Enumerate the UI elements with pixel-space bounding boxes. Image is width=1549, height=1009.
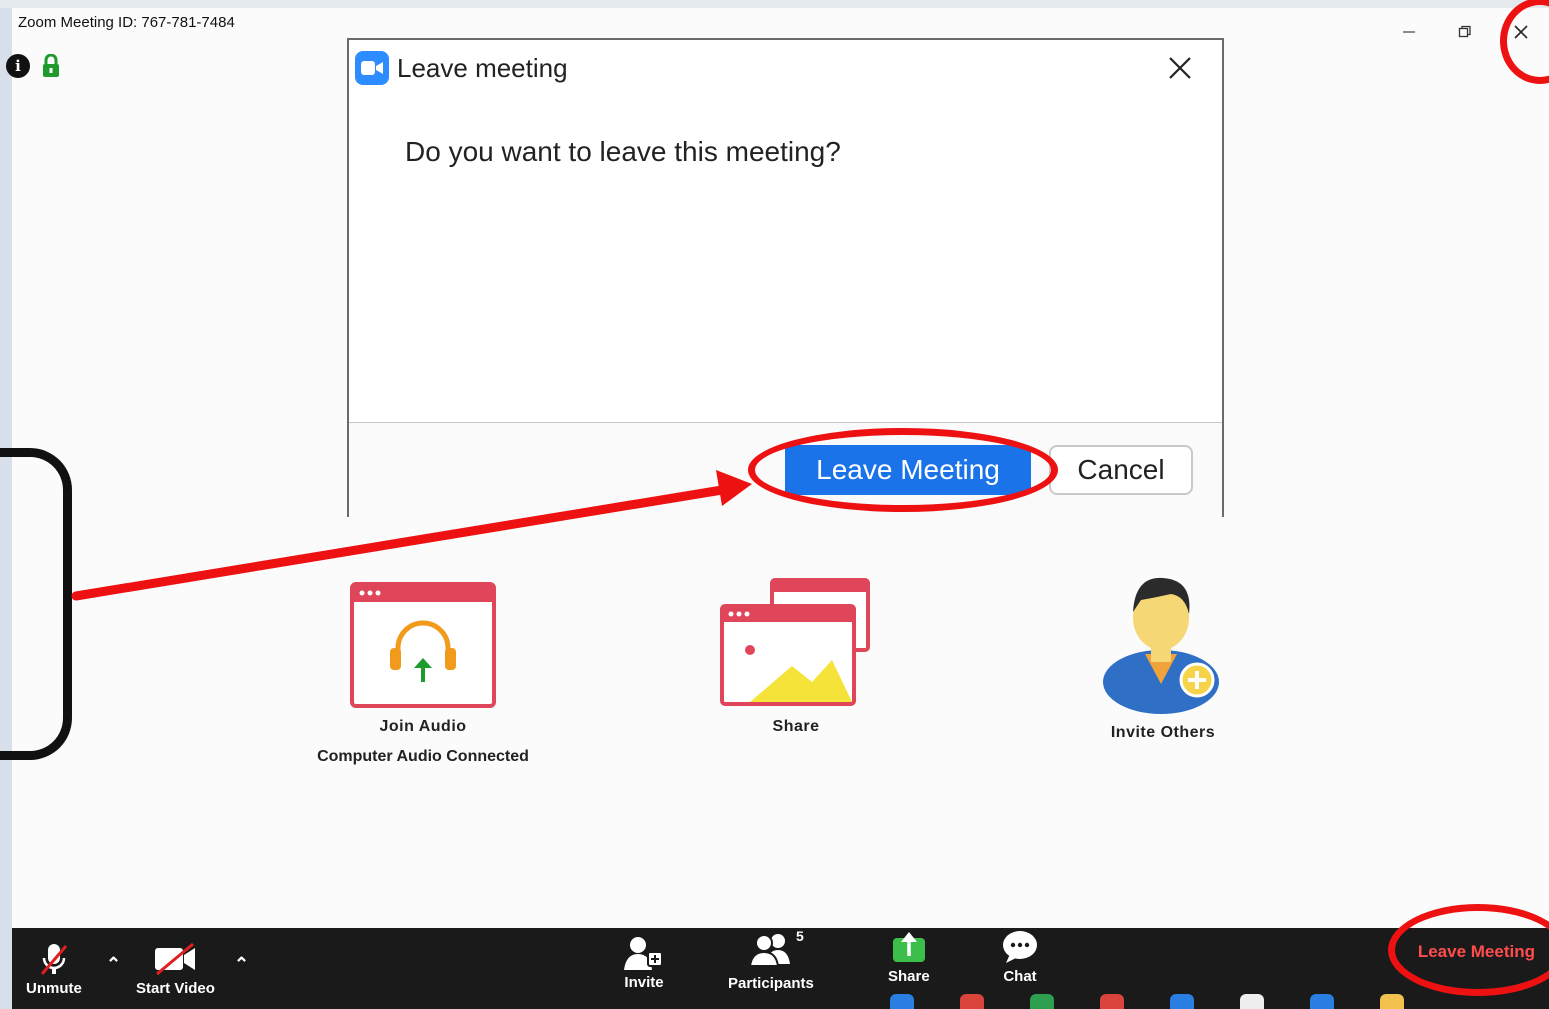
- invite-icon: [624, 937, 663, 970]
- meeting-status-icons: i: [6, 54, 60, 78]
- invite-others-option[interactable]: Invite Others: [1090, 572, 1236, 742]
- restore-button[interactable]: [1437, 8, 1493, 56]
- participants-button[interactable]: 5 Participants: [728, 928, 814, 992]
- annotation-bracket: [0, 448, 72, 760]
- window-title: Zoom Meeting ID: 767-781-7484: [18, 13, 235, 31]
- start-video-label: Start Video: [136, 980, 215, 997]
- window-titlebar: Zoom Meeting ID: 767-781-7484: [12, 8, 1549, 36]
- participants-label: Participants: [728, 975, 814, 992]
- minimize-button[interactable]: [1381, 8, 1437, 56]
- meeting-info-icon[interactable]: i: [6, 54, 30, 78]
- cancel-button[interactable]: Cancel: [1049, 445, 1193, 495]
- audio-status-label: Computer Audio Connected: [317, 748, 529, 765]
- chat-bubble-icon: [1003, 931, 1037, 963]
- participants-icon: [748, 934, 790, 967]
- join-audio-icon: [350, 582, 496, 708]
- taskbar-app-icon[interactable]: [1240, 994, 1264, 1009]
- photo-background-top: [0, 0, 1549, 8]
- lock-icon[interactable]: [42, 54, 60, 78]
- dialog-close-button[interactable]: [1162, 50, 1198, 86]
- taskbar-app-icon[interactable]: [1100, 994, 1124, 1009]
- zoom-logo-icon: [355, 51, 389, 85]
- share-label: Share: [772, 718, 820, 735]
- chat-button[interactable]: Chat: [1002, 930, 1038, 985]
- start-video-button[interactable]: Start Video: [136, 942, 215, 997]
- invite-label: Invite: [624, 974, 664, 991]
- unmute-button[interactable]: Unmute: [26, 942, 82, 997]
- invite-button[interactable]: Invite: [624, 936, 664, 991]
- chat-label: Chat: [1003, 968, 1037, 985]
- taskbar-app-icon[interactable]: [1310, 994, 1334, 1009]
- taskbar-app-icon[interactable]: [960, 994, 984, 1009]
- restore-icon: [1458, 25, 1471, 38]
- participants-icon-wrap: 5: [748, 928, 804, 971]
- close-icon: [1169, 57, 1191, 79]
- audio-options-chevron-up-icon[interactable]: ⌃: [106, 954, 121, 975]
- taskbar-app-icon[interactable]: [1170, 994, 1194, 1009]
- taskbar-app-icon[interactable]: [890, 994, 914, 1009]
- video-off-icon: [155, 942, 196, 976]
- join-audio-option[interactable]: Join Audio Computer Audio Connected: [306, 582, 540, 766]
- share-screen-icon: [720, 578, 870, 706]
- share-screen-arrow-icon: [892, 932, 925, 962]
- share-label: Share: [888, 968, 930, 985]
- invite-others-label: Invite Others: [1110, 724, 1216, 741]
- taskbar-app-icon[interactable]: [1030, 994, 1054, 1009]
- join-audio-label: Join Audio: [379, 718, 467, 735]
- invite-others-icon: [1103, 577, 1219, 714]
- participants-count: 5: [795, 928, 804, 944]
- share-screen-button[interactable]: Share: [888, 930, 930, 985]
- annotation-circle-leave-button: [748, 428, 1058, 512]
- muted-microphone-icon: [40, 944, 68, 975]
- dialog-header: Leave meeting: [349, 40, 1222, 96]
- unmute-label: Unmute: [26, 980, 82, 997]
- dialog-message: Do you want to leave this meeting?: [405, 136, 841, 167]
- windows-taskbar-fragment: [890, 994, 1549, 1009]
- dialog-title: Leave meeting: [397, 52, 568, 83]
- taskbar-app-icon[interactable]: [1380, 994, 1404, 1009]
- video-options-chevron-up-icon[interactable]: ⌃: [234, 954, 249, 975]
- share-option[interactable]: Share: [704, 578, 888, 736]
- minimize-icon: [1403, 31, 1415, 33]
